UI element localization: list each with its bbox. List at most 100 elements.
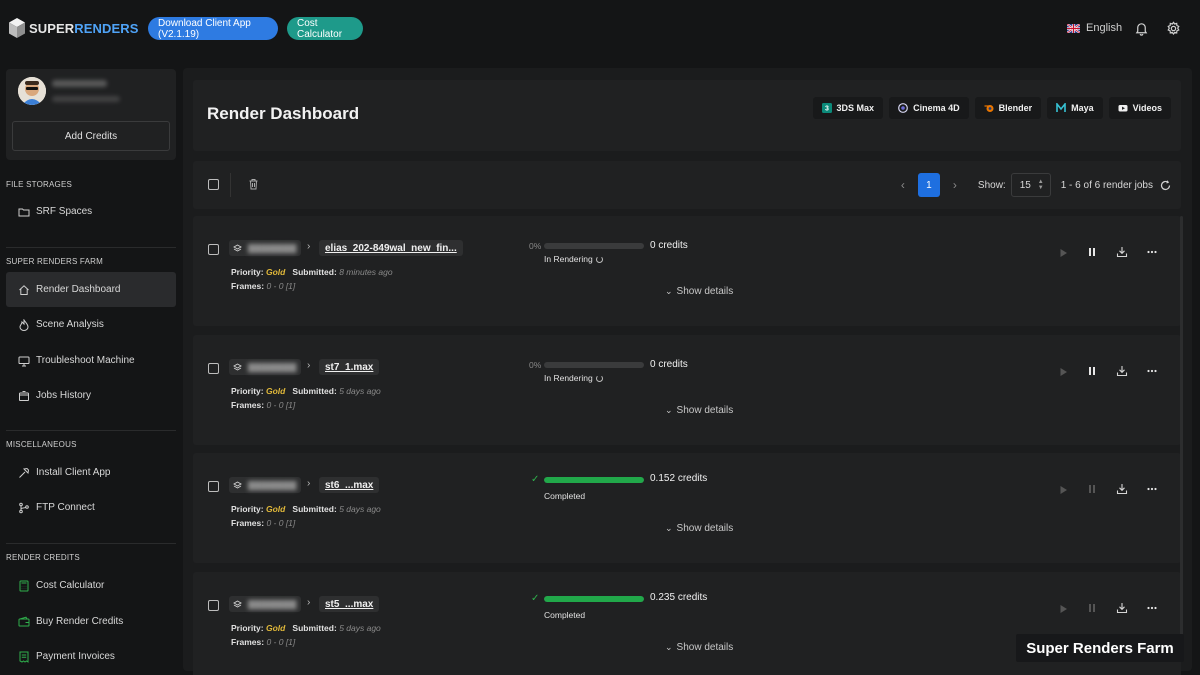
download-icon[interactable] bbox=[1115, 482, 1129, 496]
job-status: Completed bbox=[544, 491, 585, 501]
tab-3ds-max[interactable]: 3 3DS Max bbox=[812, 97, 884, 119]
pause-icon[interactable] bbox=[1085, 601, 1099, 615]
more-options-icon[interactable] bbox=[1145, 601, 1159, 615]
sidebar-item-buy-render-credits[interactable]: Buy Render Credits bbox=[6, 604, 176, 639]
job-checkbox[interactable] bbox=[208, 600, 219, 611]
blurred-credits bbox=[52, 96, 120, 102]
show-details-toggle[interactable]: ⌄ Show details bbox=[665, 286, 733, 297]
credits-value: 0.152 bbox=[650, 473, 676, 484]
show-details-toggle[interactable]: ⌄ Show details bbox=[665, 642, 733, 653]
scrollbar[interactable] bbox=[1180, 216, 1183, 656]
tab-label: Videos bbox=[1132, 103, 1162, 113]
layers-icon bbox=[233, 362, 242, 371]
gear-icon[interactable] bbox=[1166, 21, 1181, 36]
show-details-toggle[interactable]: ⌄ Show details bbox=[665, 523, 733, 534]
next-page-icon[interactable]: › bbox=[946, 178, 964, 192]
sidebar-item-cost-calculator[interactable]: Cost Calculator bbox=[6, 568, 176, 603]
tab-maya[interactable]: Maya bbox=[1047, 97, 1103, 119]
pause-icon[interactable] bbox=[1085, 482, 1099, 496]
flame-icon bbox=[19, 318, 29, 331]
language-selector[interactable]: English bbox=[1067, 22, 1122, 34]
tab-blender[interactable]: Blender bbox=[974, 97, 1042, 119]
add-credits-button[interactable]: Add Credits bbox=[12, 121, 170, 151]
sidebar-item-label: Jobs History bbox=[36, 390, 92, 401]
job-card: ▇▇▇▇▇▇▇ › elias_202-849wal_new_fin... Pr… bbox=[193, 216, 1181, 326]
progress-bar-fill bbox=[544, 477, 644, 483]
download-icon[interactable] bbox=[1115, 364, 1129, 378]
job-credits: 0.152 credits bbox=[650, 473, 707, 484]
cost-calculator-button[interactable]: Cost Calculator bbox=[287, 17, 363, 40]
status-text: In Rendering bbox=[544, 373, 593, 383]
job-checkbox[interactable] bbox=[208, 363, 219, 374]
tab-cinema-4d[interactable]: Cinema 4D bbox=[889, 97, 969, 119]
pause-icon[interactable] bbox=[1085, 245, 1099, 259]
more-options-icon[interactable] bbox=[1145, 482, 1159, 496]
more-options-icon[interactable] bbox=[1145, 245, 1159, 259]
spinner-icon bbox=[595, 256, 603, 263]
job-file-name[interactable]: st5_...max bbox=[319, 596, 380, 612]
job-id-badge[interactable]: ▇▇▇▇▇▇▇ bbox=[229, 477, 301, 493]
logo[interactable]: SUPERRENDERS bbox=[8, 17, 139, 39]
sidebar-item-render-dashboard[interactable]: Render Dashboard bbox=[6, 272, 176, 307]
sidebar-item-scene-analysis[interactable]: Scene Analysis bbox=[6, 307, 176, 342]
monitor-icon bbox=[18, 356, 30, 366]
check-icon: ✓ bbox=[531, 474, 540, 485]
download-icon[interactable] bbox=[1115, 245, 1129, 259]
chevron-down-icon: ⌄ bbox=[665, 405, 673, 415]
job-id-badge[interactable]: ▇▇▇▇▇▇▇ bbox=[229, 240, 301, 256]
trash-icon[interactable] bbox=[248, 178, 259, 190]
dashboard-header: Render Dashboard 3 3DS Max Cinema 4D Ble… bbox=[193, 80, 1181, 151]
calculator-icon bbox=[19, 580, 29, 591]
frames-label: Frames: bbox=[231, 400, 265, 410]
job-checkbox[interactable] bbox=[208, 481, 219, 492]
spinner-icon bbox=[595, 375, 603, 382]
bell-icon[interactable] bbox=[1134, 21, 1149, 36]
download-client-app-button[interactable]: Download Client App (V2.1.19) bbox=[148, 17, 278, 40]
play-icon[interactable] bbox=[1056, 365, 1070, 379]
prev-page-icon[interactable]: ‹ bbox=[894, 178, 912, 192]
sidebar-item-jobs-history[interactable]: Jobs History bbox=[6, 378, 176, 413]
job-id-badge[interactable]: ▇▇▇▇▇▇▇ bbox=[229, 596, 301, 612]
job-file-name[interactable]: st7_1.max bbox=[319, 359, 380, 375]
job-checkbox[interactable] bbox=[208, 244, 219, 255]
sidebar-item-install-client-app[interactable]: Install Client App bbox=[6, 455, 176, 490]
priority-label: Priority: bbox=[231, 504, 264, 514]
tab-videos[interactable]: Videos bbox=[1108, 97, 1171, 119]
page-1-button[interactable]: 1 bbox=[917, 173, 940, 197]
pagination: ‹ 1 › Show: 15 ▲ ▼ 1 - 6 of 6 render jobs bbox=[894, 173, 1171, 197]
play-icon[interactable] bbox=[1056, 246, 1070, 260]
submitted-value: 5 days ago bbox=[339, 504, 381, 514]
sidebar-item-payment-invoices[interactable]: Payment Invoices bbox=[6, 639, 176, 674]
sidebar-item-label: Payment Invoices bbox=[36, 651, 115, 662]
download-icon[interactable] bbox=[1115, 601, 1129, 615]
job-file-name[interactable]: elias_202-849wal_new_fin... bbox=[319, 240, 463, 256]
job-status: In Rendering bbox=[544, 254, 603, 264]
frames-label: Frames: bbox=[231, 281, 265, 291]
job-id-badge[interactable]: ▇▇▇▇▇▇▇ bbox=[229, 359, 301, 375]
check-icon: ✓ bbox=[531, 593, 540, 604]
job-status: Completed bbox=[544, 610, 585, 620]
more-options-icon[interactable] bbox=[1145, 364, 1159, 378]
refresh-icon[interactable] bbox=[1160, 179, 1171, 191]
job-id-blurred: ▇▇▇▇▇▇▇ bbox=[248, 361, 297, 372]
sidebar-item-srf-spaces[interactable]: SRF Spaces bbox=[6, 194, 176, 229]
play-icon[interactable] bbox=[1056, 602, 1070, 616]
show-label: Show: bbox=[977, 179, 1006, 191]
jobs-toolbar: ‹ 1 › Show: 15 ▲ ▼ 1 - 6 of 6 render jobs bbox=[193, 161, 1181, 209]
priority-value: Gold bbox=[265, 386, 286, 396]
sidebar-item-ftp-connect[interactable]: FTP Connect bbox=[6, 490, 176, 525]
show-details-toggle[interactable]: ⌄ Show details bbox=[665, 405, 733, 416]
sidebar-item-troubleshoot-machine[interactable]: Troubleshoot Machine bbox=[6, 343, 176, 378]
play-icon[interactable] bbox=[1056, 483, 1070, 497]
select-all-checkbox[interactable] bbox=[208, 179, 219, 190]
pause-icon[interactable] bbox=[1085, 364, 1099, 378]
logo-text-super: SUPER bbox=[29, 20, 75, 36]
job-file-name[interactable]: st6_...max bbox=[319, 477, 380, 493]
sidebar: Add Credits FILE STORAGES SRF Spaces SUP… bbox=[0, 58, 184, 675]
wallet-icon bbox=[18, 616, 30, 626]
page-size-select[interactable]: 15 ▲ ▼ bbox=[1010, 173, 1051, 197]
status-text: In Rendering bbox=[544, 254, 593, 264]
sidebar-item-label: Troubleshoot Machine bbox=[36, 355, 135, 366]
avatar[interactable] bbox=[18, 77, 46, 105]
git-branch-icon bbox=[19, 502, 29, 513]
